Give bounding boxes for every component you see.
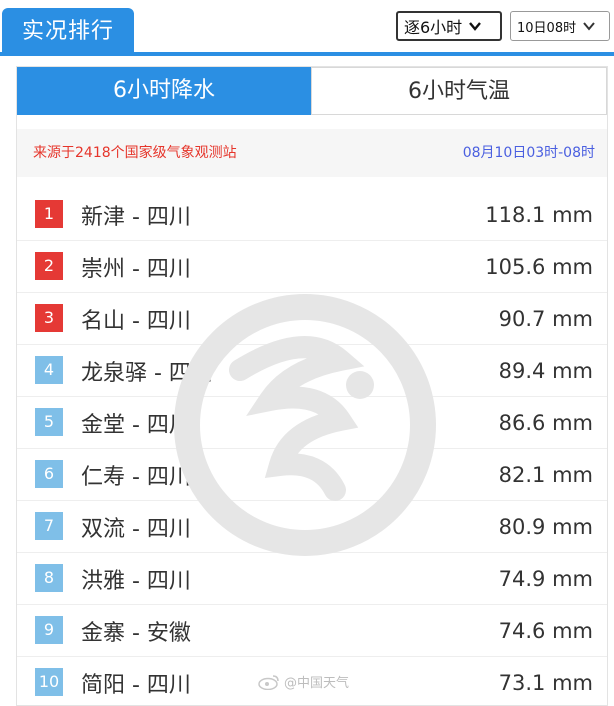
- precipitation-value: 73.1 mm: [498, 670, 593, 695]
- list-item[interactable]: 8 洪雅 - 四川 74.9 mm: [17, 553, 607, 605]
- list-item[interactable]: 7 双流 - 四川 80.9 mm: [17, 501, 607, 553]
- precipitation-value: 90.7 mm: [498, 306, 593, 331]
- precipitation-value: 86.6 mm: [498, 410, 593, 435]
- station-name: 新津 - 四川: [81, 204, 191, 230]
- precipitation-value: 80.9 mm: [498, 514, 593, 539]
- header-divider: [0, 52, 614, 56]
- station-name: 仁寿 - 四川: [81, 464, 191, 490]
- weibo-handle: @中国天气: [284, 676, 350, 691]
- station-name: 金寨 - 安徽: [81, 620, 191, 646]
- interval-select[interactable]: 逐6小时: [396, 11, 502, 41]
- page-title: 实况排行: [2, 8, 134, 56]
- rank-badge: 3: [35, 304, 63, 332]
- rank-badge: 1: [35, 200, 63, 228]
- station-name: 金堂 - 四川: [81, 412, 191, 438]
- tab-6h-temperature[interactable]: 6小时气温: [311, 67, 607, 115]
- precipitation-value: 118.1 mm: [485, 202, 593, 227]
- list-item[interactable]: 5 金堂 - 四川 86.6 mm: [17, 397, 607, 449]
- station-name: 洪雅 - 四川: [81, 568, 191, 594]
- station-name: 双流 - 四川: [81, 516, 191, 542]
- station-name: 龙泉驿 - 四川: [81, 360, 213, 386]
- list-item[interactable]: 2 崇州 - 四川 105.6 mm: [17, 241, 607, 293]
- list-item[interactable]: 9 金寨 - 安徽 74.6 mm: [17, 605, 607, 657]
- rank-badge: 4: [35, 356, 63, 384]
- rank-badge: 5: [35, 408, 63, 436]
- info-bar: 来源于2418个国家级气象观测站 08月10日03时-08时: [17, 129, 607, 177]
- weibo-watermark: @中国天气: [258, 672, 349, 691]
- ranking-panel: 6小时降水 6小时气温 来源于2418个国家级气象观测站 08月10日03时-0…: [16, 66, 608, 706]
- rank-badge: 9: [35, 616, 63, 644]
- precipitation-value: 89.4 mm: [498, 358, 593, 383]
- weibo-icon: [258, 674, 279, 690]
- ranking-list: 1 新津 - 四川 118.1 mm 2 崇州 - 四川 105.6 mm 3 …: [17, 189, 607, 705]
- interval-select-value: 逐6小时: [404, 18, 463, 37]
- precipitation-value: 82.1 mm: [498, 462, 593, 487]
- chevron-down-icon: [583, 22, 595, 31]
- rank-badge: 6: [35, 460, 63, 488]
- station-name: 名山 - 四川: [81, 308, 191, 334]
- rank-badge: 7: [35, 512, 63, 540]
- time-period: 08月10日03时-08时: [462, 145, 595, 161]
- rank-badge: 2: [35, 252, 63, 280]
- list-item[interactable]: 6 仁寿 - 四川 82.1 mm: [17, 449, 607, 501]
- chevron-down-icon: [469, 22, 482, 31]
- precipitation-value: 74.9 mm: [498, 566, 593, 591]
- tab-6h-precipitation[interactable]: 6小时降水: [17, 67, 311, 115]
- precipitation-value: 105.6 mm: [485, 254, 593, 279]
- time-select[interactable]: 10日08时: [510, 11, 610, 41]
- list-item[interactable]: 1 新津 - 四川 118.1 mm: [17, 189, 607, 241]
- time-select-value: 10日08时: [517, 20, 577, 36]
- data-source: 来源于2418个国家级气象观测站: [33, 145, 237, 161]
- rank-badge: 10: [35, 668, 63, 696]
- rank-badge: 8: [35, 564, 63, 592]
- tab-bar: 6小时降水 6小时气温: [17, 67, 607, 115]
- header: 实况排行 逐6小时 10日08时: [0, 0, 614, 56]
- list-item[interactable]: 3 名山 - 四川 90.7 mm: [17, 293, 607, 345]
- precipitation-value: 74.6 mm: [498, 618, 593, 643]
- list-item[interactable]: 4 龙泉驿 - 四川 89.4 mm: [17, 345, 607, 397]
- station-name: 崇州 - 四川: [81, 256, 191, 282]
- station-name: 简阳 - 四川: [81, 672, 191, 698]
